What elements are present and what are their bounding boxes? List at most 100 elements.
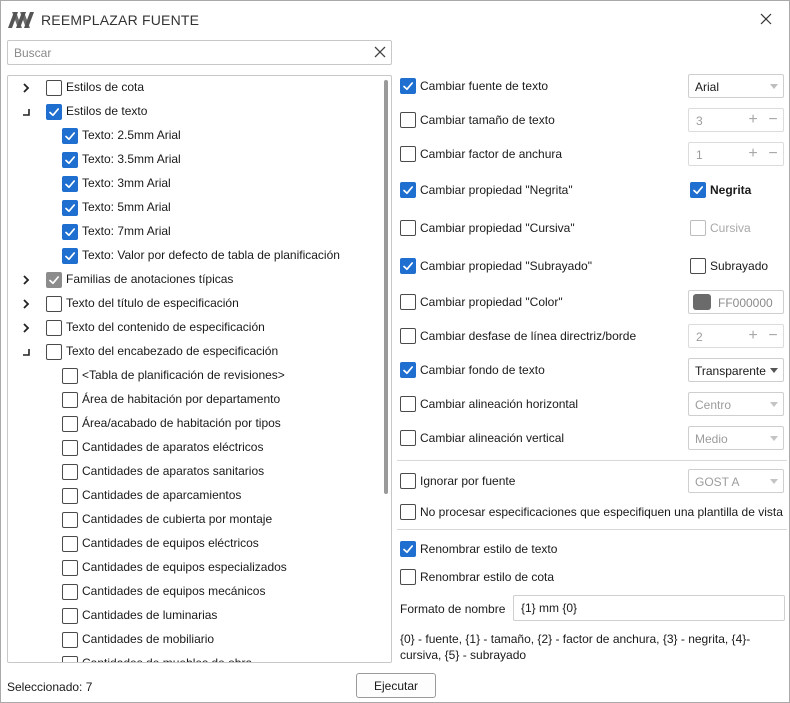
italic-checkbox[interactable]	[690, 220, 706, 236]
search-input[interactable]	[8, 41, 368, 64]
expanded-arrow-icon[interactable]	[20, 346, 32, 358]
size-stepper[interactable]: 3 + −	[688, 108, 784, 132]
tree-item[interactable]: Texto: 3mm Arial	[8, 172, 378, 196]
tree-item[interactable]: Área/acabado de habitación por tipos	[8, 412, 378, 436]
tree-item-checkbox[interactable]	[62, 608, 78, 624]
tree-item-checkbox[interactable]	[62, 176, 78, 192]
tree-item[interactable]: Estilos de texto	[8, 100, 378, 124]
tree-item[interactable]: Texto del título de especificación	[8, 292, 378, 316]
change-size-checkbox[interactable]	[400, 112, 416, 128]
size-decrement-button[interactable]: −	[765, 111, 781, 129]
color-picker[interactable]: FF000000	[688, 290, 784, 314]
tree-item[interactable]: Cantidades de muebles de obra	[8, 652, 378, 662]
offset-decrement-button[interactable]: −	[765, 327, 781, 345]
size-increment-button[interactable]: +	[745, 111, 761, 129]
tree-item-checkbox[interactable]	[62, 488, 78, 504]
change-size-label: Cambiar tamaño de texto	[420, 113, 555, 127]
tree-item-checkbox[interactable]	[46, 320, 62, 336]
halign-combo[interactable]: Centro	[688, 392, 784, 416]
tree-item[interactable]: Cantidades de equipos mecánicos	[8, 580, 378, 604]
ignore-font-checkbox[interactable]	[400, 473, 416, 489]
tree-item-checkbox[interactable]	[46, 344, 62, 360]
change-italic-checkbox[interactable]	[400, 220, 416, 236]
tree-item-checkbox[interactable]	[62, 392, 78, 408]
skip-templates-checkbox[interactable]	[400, 504, 416, 520]
tree-item-checkbox[interactable]	[62, 560, 78, 576]
tree-item[interactable]: Área de habitación por departamento	[8, 388, 378, 412]
execute-button[interactable]: Ejecutar	[356, 673, 436, 698]
underline-checkbox[interactable]	[690, 258, 706, 274]
change-underline-checkbox[interactable]	[400, 258, 416, 274]
tree-item[interactable]: Cantidades de cubierta por montaje	[8, 508, 378, 532]
tree-item[interactable]: Cantidades de aparcamientos	[8, 484, 378, 508]
background-combo[interactable]: Transparente	[688, 358, 784, 382]
ignore-font-combo[interactable]: GOST A	[688, 469, 784, 493]
change-color-checkbox[interactable]	[400, 294, 416, 310]
valign-combo[interactable]: Medio	[688, 426, 784, 450]
tree-item-label: Cantidades de mobiliario	[82, 632, 215, 646]
change-background-checkbox[interactable]	[400, 362, 416, 378]
change-halign-checkbox[interactable]	[400, 396, 416, 412]
tree-item-checkbox[interactable]	[62, 248, 78, 264]
tree-item-checkbox[interactable]	[62, 224, 78, 240]
tree-item-checkbox[interactable]	[62, 440, 78, 456]
close-button[interactable]	[754, 7, 778, 31]
tree-item-checkbox[interactable]	[62, 584, 78, 600]
tree-item-checkbox[interactable]	[46, 272, 62, 288]
tree-item[interactable]: Texto del encabezado de especificación	[8, 340, 378, 364]
tree-item[interactable]: Texto del contenido de especificación	[8, 316, 378, 340]
tree-item[interactable]: <Tabla de planificación de revisiones>	[8, 364, 378, 388]
replace-font-dialog: REEMPLAZAR FUENTE Cantidades de muebles …	[0, 0, 790, 703]
tree-item[interactable]: Estilos de cota	[8, 76, 378, 100]
width-increment-button[interactable]: +	[745, 145, 761, 163]
tree-item-checkbox[interactable]	[62, 368, 78, 384]
tree-item[interactable]: Cantidades de mobiliario	[8, 628, 378, 652]
width-stepper[interactable]: 1 + −	[688, 142, 784, 166]
expanded-arrow-icon[interactable]	[20, 106, 32, 118]
name-format-input[interactable]	[514, 596, 784, 620]
change-valign-checkbox[interactable]	[400, 430, 416, 446]
clear-search-icon[interactable]	[373, 45, 387, 59]
tree-item[interactable]: Texto: 2.5mm Arial	[8, 124, 378, 148]
tree-item[interactable]: Cantidades de luminarias	[8, 604, 378, 628]
font-combo[interactable]: Arial	[688, 74, 784, 98]
chevron-right-icon[interactable]	[20, 82, 32, 94]
tree-item-checkbox[interactable]	[62, 512, 78, 528]
change-font-checkbox[interactable]	[400, 78, 416, 94]
tree-scrollbar[interactable]	[384, 80, 388, 494]
change-bold-checkbox[interactable]	[400, 182, 416, 198]
tree-item-checkbox[interactable]	[62, 536, 78, 552]
tree-item-checkbox[interactable]	[62, 152, 78, 168]
tree-item-checkbox[interactable]	[62, 416, 78, 432]
bold-checkbox[interactable]	[690, 182, 706, 198]
tree-item-checkbox[interactable]	[46, 296, 62, 312]
tree-item-checkbox[interactable]	[46, 104, 62, 120]
tree-item-checkbox[interactable]	[62, 200, 78, 216]
chevron-right-icon[interactable]	[20, 298, 32, 310]
tree-item[interactable]: Cantidades de aparatos sanitarios	[8, 460, 378, 484]
tree-item-checkbox[interactable]	[62, 128, 78, 144]
rename-text-style-checkbox[interactable]	[400, 541, 416, 557]
tree-item-checkbox[interactable]	[46, 80, 62, 96]
chevron-right-icon[interactable]	[20, 322, 32, 334]
tree-item[interactable]: Texto: Valor por defecto de tabla de pla…	[8, 244, 378, 268]
tree-item[interactable]: Cantidades de aparatos eléctricos	[8, 436, 378, 460]
tree-item-checkbox[interactable]	[62, 632, 78, 648]
tree-item[interactable]: Cantidades de equipos eléctricos	[8, 532, 378, 556]
offset-stepper[interactable]: 2 + −	[688, 324, 784, 348]
offset-increment-button[interactable]: +	[745, 327, 761, 345]
tree-item[interactable]: Texto: 3.5mm Arial	[8, 148, 378, 172]
chevron-right-icon[interactable]	[20, 274, 32, 286]
italic-label: Cursiva	[710, 221, 751, 235]
tree-item[interactable]: Texto: 7mm Arial	[8, 220, 378, 244]
tree-item[interactable]: Familias de anotaciones típicas	[8, 268, 378, 292]
rename-dim-style-checkbox[interactable]	[400, 569, 416, 585]
change-width-checkbox[interactable]	[400, 146, 416, 162]
tree-item-checkbox[interactable]	[62, 464, 78, 480]
tree-item[interactable]: Texto: 5mm Arial	[8, 196, 378, 220]
tree-item-checkbox[interactable]	[62, 656, 78, 662]
tree-item-label: Área de habitación por departamento	[82, 392, 281, 406]
tree-item[interactable]: Cantidades de equipos especializados	[8, 556, 378, 580]
change-offset-checkbox[interactable]	[400, 328, 416, 344]
width-decrement-button[interactable]: −	[765, 145, 781, 163]
